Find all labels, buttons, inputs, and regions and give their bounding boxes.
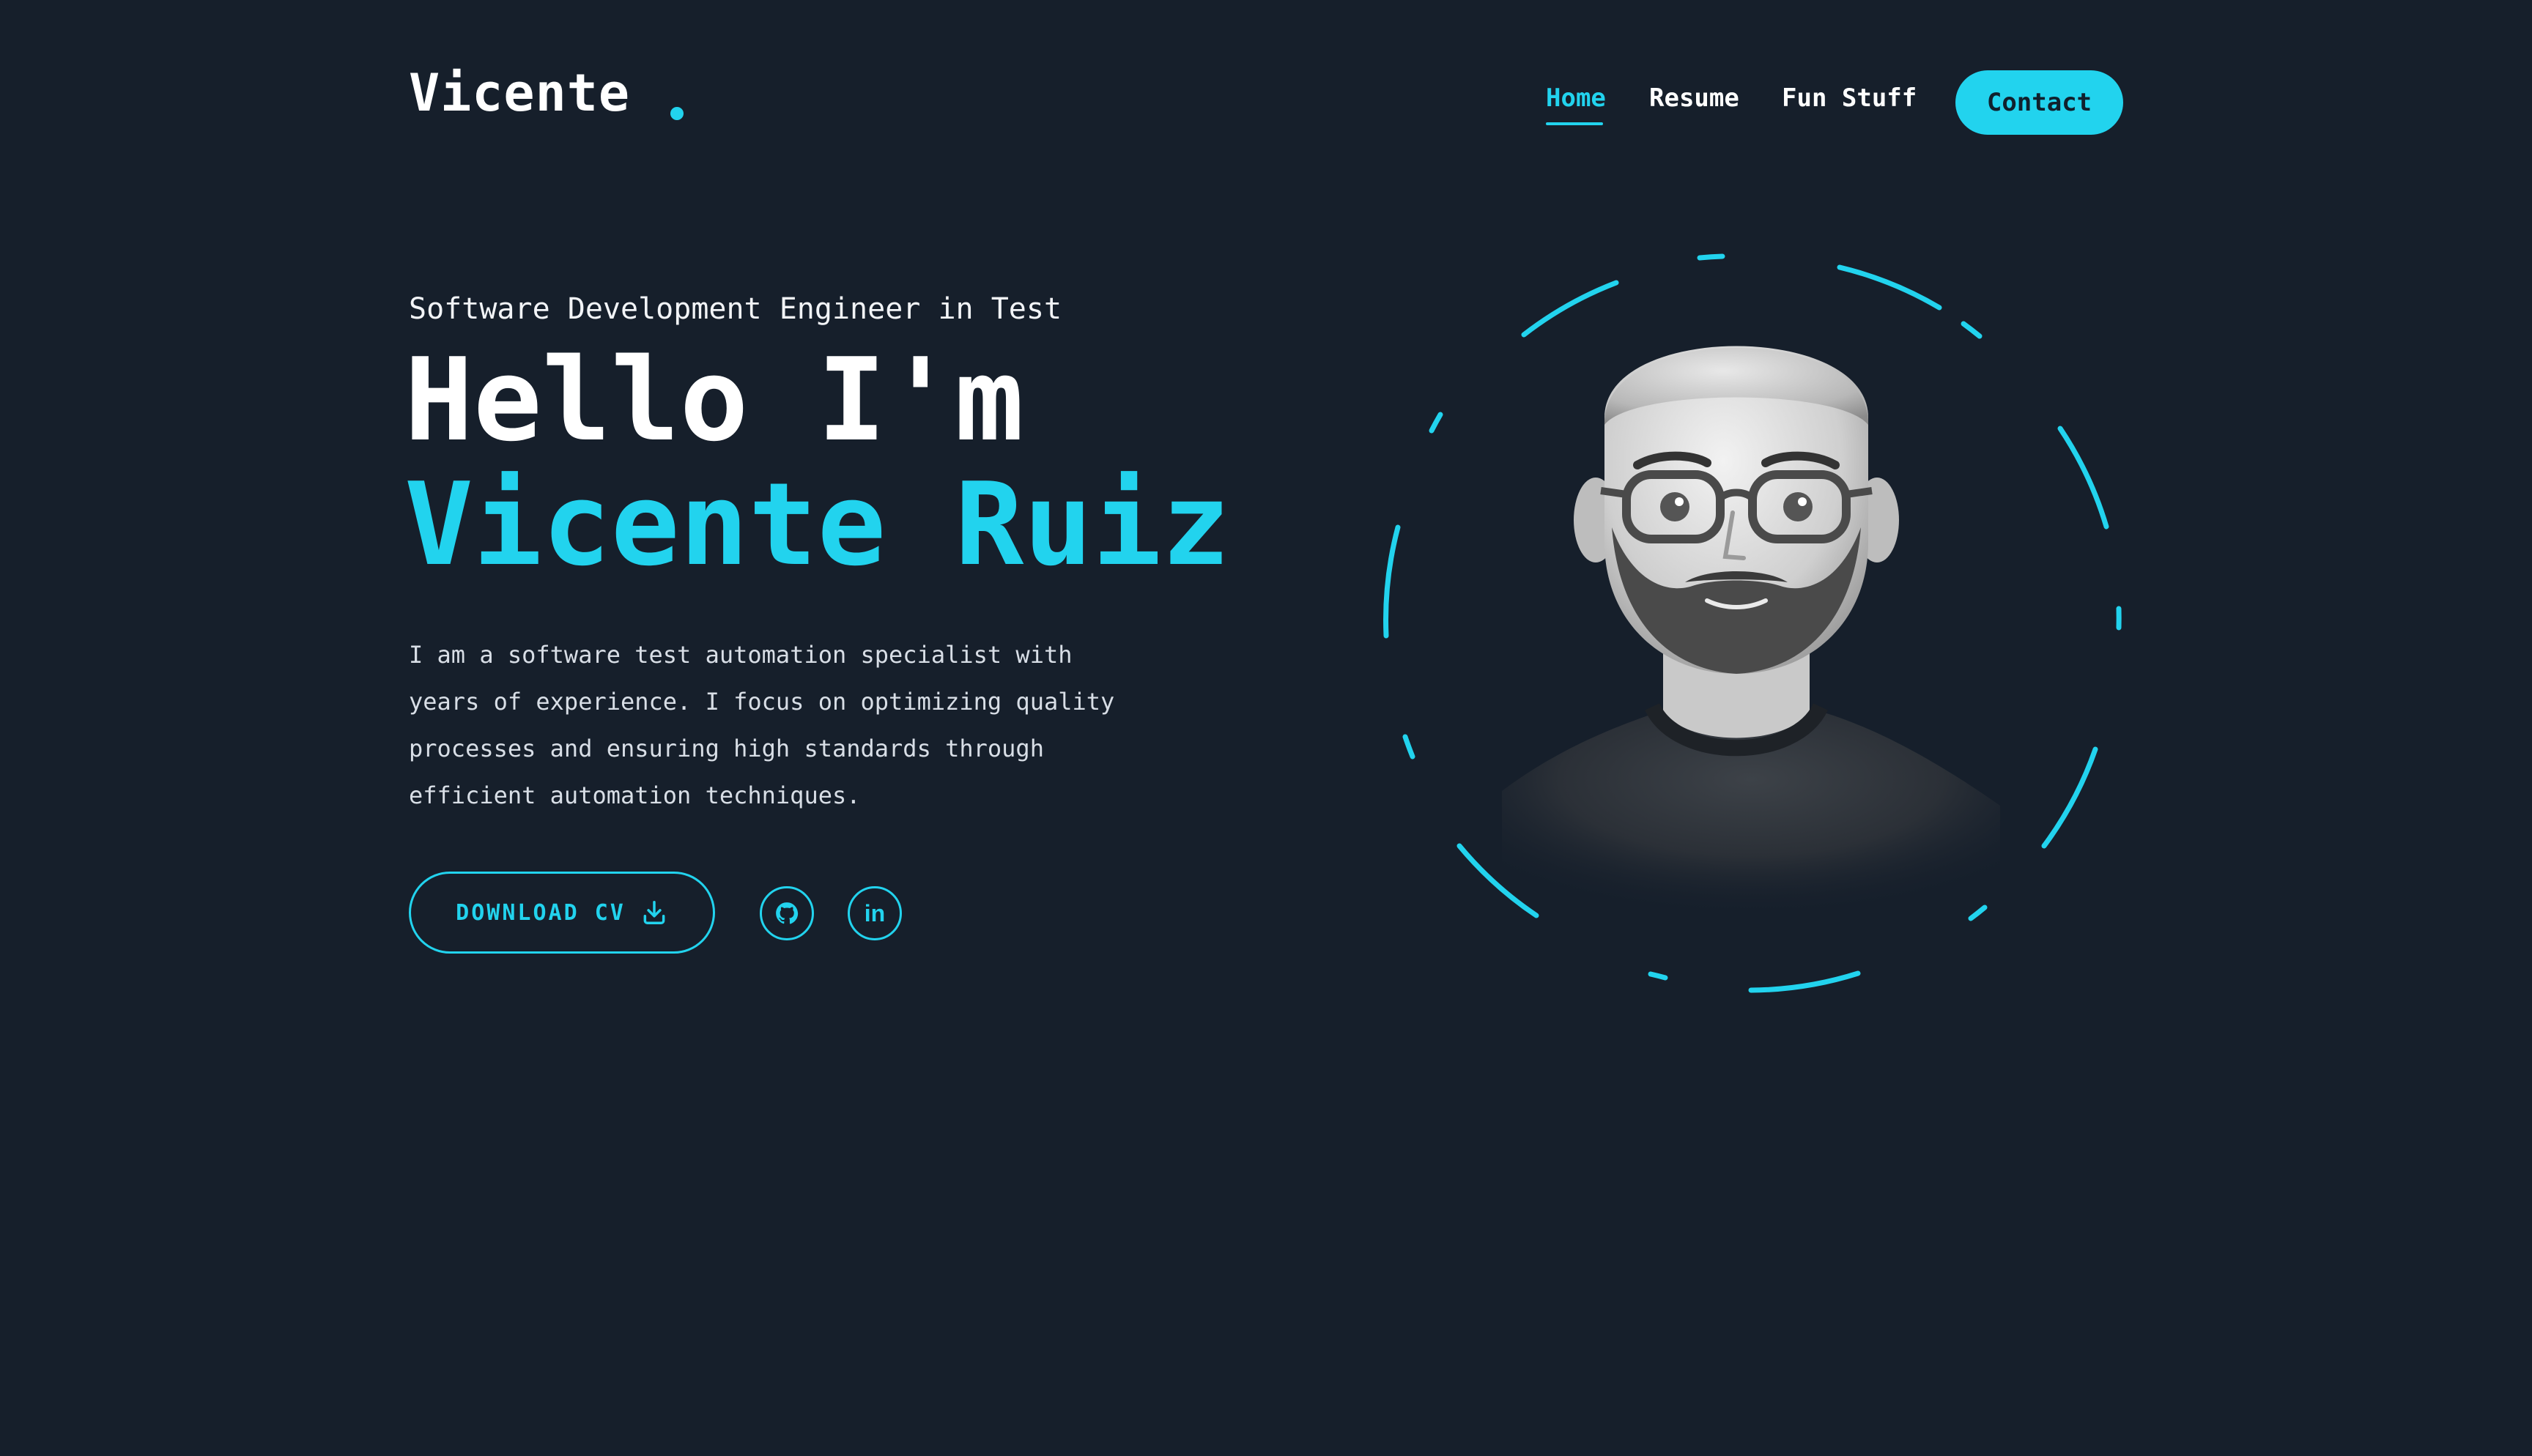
ring-segment bbox=[1429, 412, 1443, 434]
description-line: years of experience. I focus on optimizi… bbox=[409, 688, 1115, 716]
hero-description: I am a software test automation speciali… bbox=[409, 631, 1156, 819]
ring-segment bbox=[1697, 253, 1725, 261]
description-line: efficient automation techniques. bbox=[409, 781, 861, 809]
github-button[interactable] bbox=[760, 886, 814, 940]
ring-segment bbox=[2041, 746, 2098, 849]
hero-subtitle: Software Development Engineer in Test bbox=[409, 292, 1062, 326]
description-line: processes and ensuring high standards th… bbox=[409, 735, 1044, 762]
linkedin-icon: in bbox=[864, 900, 886, 926]
github-icon bbox=[774, 901, 799, 926]
hero-name: Vicente Ruiz bbox=[404, 458, 1231, 591]
description-line: I am a software test automation speciali… bbox=[409, 641, 1073, 669]
nav-home-link[interactable]: Home bbox=[1546, 86, 1606, 111]
ring-segment bbox=[1402, 734, 1415, 759]
hero-greeting: Hello I'm bbox=[404, 333, 1024, 467]
site-logo[interactable]: Vicente bbox=[409, 67, 630, 119]
nav-fun-stuff-link[interactable]: Fun Stuff bbox=[1782, 86, 1917, 111]
portfolio-page: Vicente Home Resume Fun Stuff Contact So… bbox=[0, 0, 2532, 1456]
ring-segment bbox=[1648, 971, 1668, 981]
ring-segment bbox=[1383, 524, 1401, 639]
ring-segment bbox=[1748, 970, 1861, 993]
contact-button[interactable]: Contact bbox=[1955, 70, 2123, 135]
nav-resume-link[interactable]: Resume bbox=[1649, 86, 1739, 111]
ring-segment bbox=[2057, 426, 2109, 530]
download-icon bbox=[640, 899, 668, 926]
download-cv-button[interactable]: DOWNLOAD CV bbox=[409, 872, 715, 954]
logo-dot bbox=[670, 107, 684, 120]
active-nav-indicator bbox=[1546, 122, 1603, 125]
ring-segment bbox=[1968, 905, 1988, 921]
avatar-illustration bbox=[1502, 346, 2000, 908]
download-cv-label: DOWNLOAD CV bbox=[456, 899, 626, 926]
linkedin-button[interactable]: in bbox=[848, 886, 902, 940]
